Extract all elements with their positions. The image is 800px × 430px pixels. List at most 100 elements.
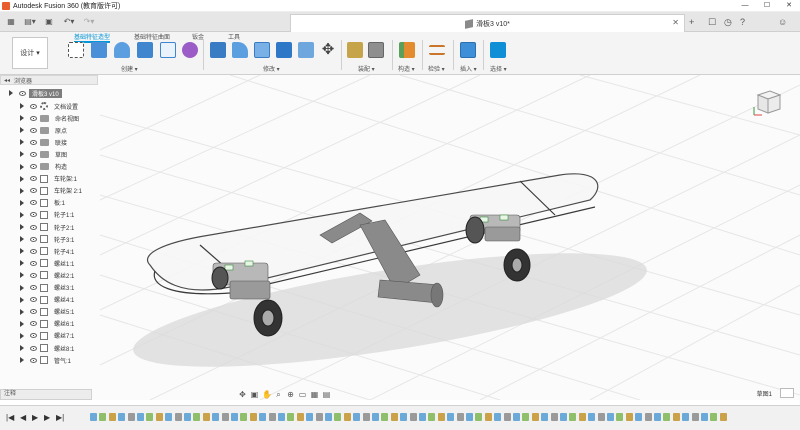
timeline-feature-icon[interactable]: [635, 413, 643, 421]
timeline-feature-icon[interactable]: [306, 413, 314, 421]
timeline-first-icon[interactable]: |◀: [6, 413, 14, 422]
browser-item[interactable]: 构造: [20, 161, 67, 173]
minimize-button[interactable]: —: [734, 0, 756, 12]
timeline-feature-icon[interactable]: [569, 413, 577, 421]
timeline-feature-icon[interactable]: [390, 413, 398, 421]
visibility-eye-icon[interactable]: [30, 224, 37, 230]
timeline-feature-icon[interactable]: [343, 413, 351, 421]
extrude-icon[interactable]: [91, 42, 107, 58]
timeline-feature-icon[interactable]: [541, 413, 549, 421]
timeline-feature-icon[interactable]: [118, 413, 126, 421]
timeline-feature-icon[interactable]: [278, 413, 285, 421]
browser-root-item[interactable]: 滑板3 v10: [9, 87, 62, 99]
timeline-feature-icon[interactable]: [409, 413, 417, 421]
close-window-button[interactable]: ✕: [778, 0, 800, 12]
notification-icon[interactable]: ☐: [708, 16, 716, 28]
visibility-eye-icon[interactable]: [30, 188, 37, 194]
timeline-feature-icon[interactable]: [428, 413, 436, 421]
timeline-feature-icon[interactable]: [353, 413, 361, 421]
timeline-feature-icon[interactable]: [325, 413, 332, 421]
timeline-feature-icon[interactable]: [437, 413, 445, 421]
hole-icon[interactable]: [137, 42, 153, 58]
grid-menu-icon[interactable]: ▦: [6, 16, 16, 28]
group-insert[interactable]: 插入 ▾: [460, 64, 477, 73]
timeline-feature-icon[interactable]: [550, 413, 558, 421]
expand-arrow-icon[interactable]: [20, 199, 24, 206]
fit-icon[interactable]: ⊕: [286, 390, 295, 399]
timeline-feature-icon[interactable]: [710, 413, 718, 421]
look-at-icon[interactable]: ▣: [250, 390, 259, 399]
timeline-feature-icon[interactable]: [212, 413, 220, 421]
move-icon[interactable]: ✥: [320, 42, 336, 58]
browser-item[interactable]: 轮子4:1: [20, 245, 74, 257]
view-cube-icon[interactable]: [750, 85, 784, 119]
browser-item[interactable]: 螺丝7:1: [20, 330, 74, 342]
expand-arrow-icon[interactable]: [20, 332, 24, 339]
timeline-feature-icon[interactable]: [202, 413, 210, 421]
close-tab-icon[interactable]: ✕: [672, 18, 679, 27]
timeline-feature-icon[interactable]: [475, 413, 483, 421]
expand-arrow-icon[interactable]: [20, 236, 24, 243]
expand-arrow-icon[interactable]: [20, 163, 24, 170]
browser-item[interactable]: 螺丝8:1: [20, 342, 74, 354]
timeline-feature-icon[interactable]: [447, 413, 455, 421]
expand-arrow-icon[interactable]: [20, 224, 24, 230]
timeline-feature-icon[interactable]: [259, 413, 267, 421]
timeline-feature-icon[interactable]: [625, 413, 633, 421]
timeline-feature-icon[interactable]: [531, 413, 539, 421]
browser-item[interactable]: 螺丝4:1: [20, 294, 74, 306]
group-modify[interactable]: 修改 ▾: [263, 64, 280, 73]
timeline-feature-icon[interactable]: [184, 413, 191, 421]
browser-item[interactable]: 联接: [20, 136, 67, 148]
expand-arrow-icon[interactable]: [20, 272, 24, 279]
joint-icon[interactable]: [368, 42, 384, 58]
timeline-next-icon[interactable]: ▶: [44, 413, 50, 422]
browser-collapse-icon[interactable]: ◂◂: [4, 77, 10, 84]
timeline-feature-icon[interactable]: [672, 413, 680, 421]
file-menu-icon[interactable]: ▤▾: [22, 16, 38, 28]
timeline-feature-icon[interactable]: [90, 413, 97, 421]
browser-item[interactable]: 螺丝5:1: [20, 306, 74, 318]
expand-arrow-icon[interactable]: [20, 115, 24, 122]
redo-icon[interactable]: ↷▾: [82, 16, 96, 28]
timeline-feature-icon[interactable]: [484, 413, 492, 421]
visibility-eye-icon[interactable]: [30, 212, 37, 218]
visibility-eye-icon[interactable]: [30, 151, 37, 157]
group-inspect[interactable]: 检验 ▾: [428, 64, 445, 73]
visibility-eye-icon[interactable]: [30, 297, 37, 303]
visibility-eye-icon[interactable]: [30, 309, 37, 315]
expand-arrow-icon[interactable]: [20, 260, 24, 267]
browser-item[interactable]: 车轮架:1: [20, 173, 77, 185]
browser-item[interactable]: 轮子3:1: [20, 233, 74, 245]
expand-arrow-icon[interactable]: [20, 187, 24, 194]
timeline-feature-icon[interactable]: [654, 413, 661, 421]
timeline-feature-icon[interactable]: [137, 413, 144, 421]
timeline-feature-icon[interactable]: [607, 413, 614, 421]
group-create[interactable]: 创建 ▾: [121, 64, 138, 73]
visibility-eye-icon[interactable]: [30, 139, 37, 145]
timeline-feature-icon[interactable]: [249, 413, 257, 421]
canvas-viewport[interactable]: [0, 75, 800, 400]
timeline-feature-icon[interactable]: [578, 413, 586, 421]
visibility-eye-icon[interactable]: [30, 176, 37, 182]
save-icon[interactable]: ▣: [44, 16, 54, 28]
timeline-feature-icon[interactable]: [231, 413, 238, 421]
timeline-feature-icon[interactable]: [456, 413, 464, 421]
expand-arrow-icon[interactable]: [20, 127, 24, 134]
visibility-eye-icon[interactable]: [30, 321, 37, 327]
timeline-play-icon[interactable]: ▶: [32, 413, 38, 422]
expand-arrow-icon[interactable]: [9, 90, 13, 96]
browser-item[interactable]: 轮子2:1: [20, 221, 74, 233]
expand-arrow-icon[interactable]: [20, 345, 24, 351]
undo-icon[interactable]: ↶▾: [62, 16, 76, 28]
visibility-eye-icon[interactable]: [30, 236, 37, 242]
timeline-feature-icon[interactable]: [597, 413, 605, 421]
comments-panel[interactable]: 注释: [0, 389, 92, 400]
pan-icon[interactable]: ✋: [262, 390, 272, 399]
combine-icon[interactable]: [276, 42, 292, 58]
pattern-icon[interactable]: [160, 42, 176, 58]
visibility-eye-icon[interactable]: [30, 248, 37, 254]
timeline-feature-icon[interactable]: [644, 413, 652, 421]
browser-item[interactable]: 文档设置: [20, 100, 78, 112]
browser-item[interactable]: 命名视图: [20, 112, 79, 124]
